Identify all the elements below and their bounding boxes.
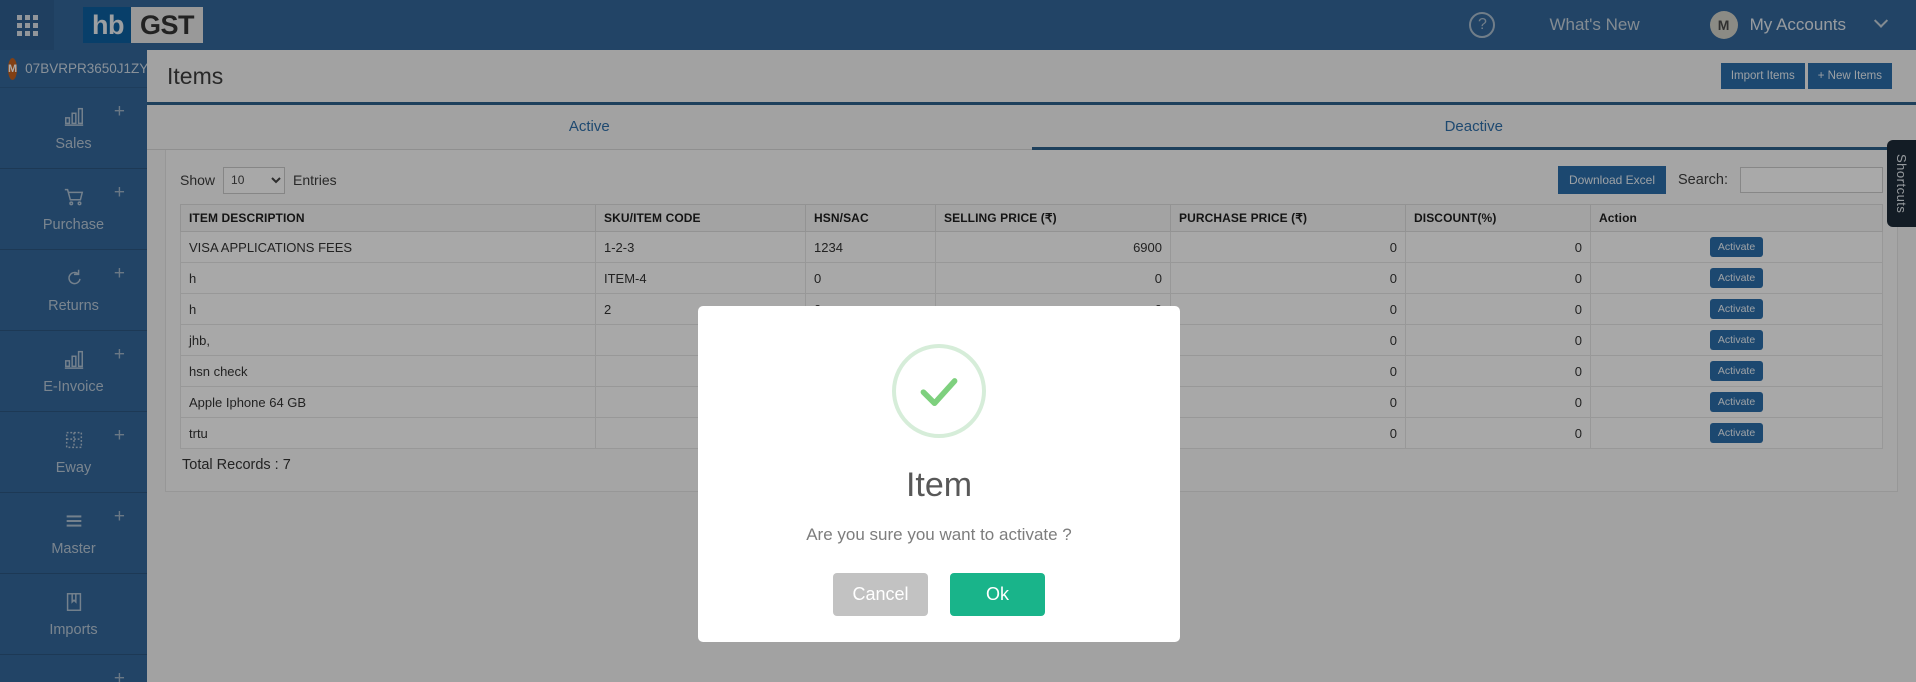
- activate-confirm-modal: Item Are you sure you want to activate ?…: [698, 306, 1180, 642]
- modal-message: Are you sure you want to activate ?: [806, 525, 1072, 544]
- ok-button[interactable]: Ok: [950, 573, 1045, 616]
- modal-actions: Cancel Ok: [718, 573, 1160, 616]
- cancel-button[interactable]: Cancel: [833, 573, 928, 616]
- success-check-circle-icon: [892, 344, 986, 438]
- modal-title: Item: [905, 466, 973, 504]
